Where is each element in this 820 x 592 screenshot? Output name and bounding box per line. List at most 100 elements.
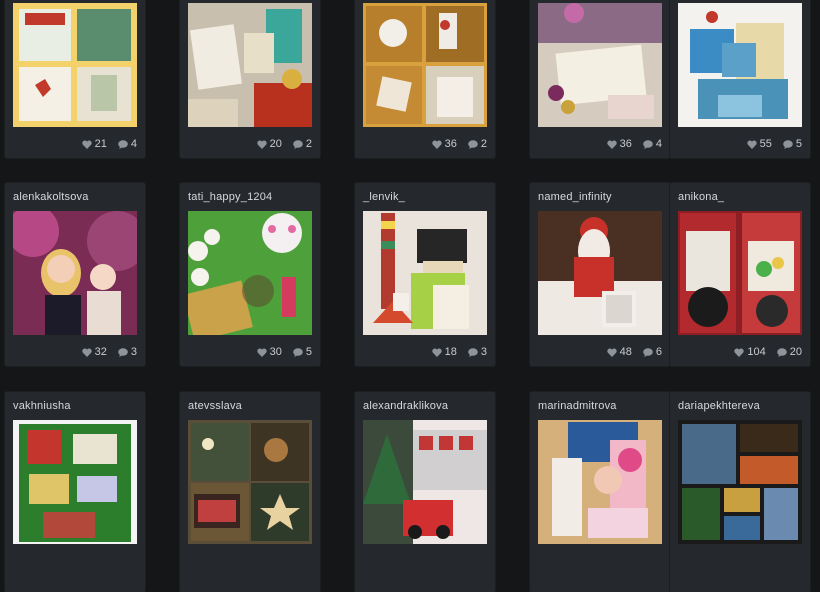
photo-thumbnail[interactable]	[13, 420, 137, 544]
photo-card[interactable]: 20 2	[180, 0, 320, 158]
photo-stats: 36 4	[600, 138, 662, 150]
comment-count: 3	[480, 346, 487, 358]
photo-thumbnail[interactable]	[363, 3, 487, 127]
speech-bubble-icon	[118, 139, 128, 149]
speech-bubble-icon	[468, 139, 478, 149]
photo-card[interactable]: 36 2	[355, 0, 495, 158]
likes-group[interactable]: 18	[431, 346, 457, 358]
photo-thumbnail[interactable]	[188, 211, 312, 335]
photo-card[interactable]: atevsslava	[180, 392, 320, 592]
photo-card[interactable]: alexandraklikova	[355, 392, 495, 592]
username-link[interactable]: alenkakoltsova	[13, 191, 89, 203]
likes-group[interactable]: 36	[606, 138, 632, 150]
comments-group[interactable]: 5	[783, 138, 802, 150]
speech-bubble-icon	[293, 139, 303, 149]
likes-group[interactable]: 20	[256, 138, 282, 150]
like-count: 48	[619, 346, 632, 358]
comments-group[interactable]: 2	[293, 138, 312, 150]
like-count: 21	[94, 138, 107, 150]
photo-thumbnail[interactable]	[13, 3, 137, 127]
like-count: 20	[269, 138, 282, 150]
comments-group[interactable]: 6	[643, 346, 662, 358]
comments-group[interactable]: 20	[776, 346, 802, 358]
speech-bubble-icon	[776, 347, 787, 357]
photo-card[interactable]: dariapekhtereva	[670, 392, 810, 592]
like-count: 36	[444, 138, 457, 150]
like-count: 36	[619, 138, 632, 150]
username-link[interactable]: marinadmitrova	[538, 400, 617, 412]
likes-group[interactable]: 36	[431, 138, 457, 150]
photo-card[interactable]: 55 5	[670, 0, 810, 158]
username-link[interactable]: vakhniusha	[13, 400, 71, 412]
likes-group[interactable]: 30	[256, 346, 282, 358]
speech-bubble-icon	[643, 347, 653, 357]
likes-group[interactable]: 104	[734, 346, 766, 358]
heart-icon	[256, 140, 267, 149]
comments-group[interactable]: 4	[643, 138, 662, 150]
comment-count: 4	[655, 138, 662, 150]
photo-stats: 55 5	[740, 138, 802, 150]
comments-group[interactable]: 2	[468, 138, 487, 150]
username-link[interactable]: tati_happy_1204	[188, 191, 272, 203]
speech-bubble-icon	[468, 347, 478, 357]
photo-stats: 104 20	[727, 346, 802, 358]
like-count: 55	[759, 138, 772, 150]
photo-thumbnail[interactable]	[678, 211, 802, 335]
photo-thumbnail[interactable]	[678, 3, 802, 127]
username-link[interactable]: alexandraklikova	[363, 400, 448, 412]
likes-group[interactable]: 48	[606, 346, 632, 358]
photo-stats: 21 4	[75, 138, 137, 150]
heart-icon	[256, 348, 267, 357]
comments-group[interactable]: 5	[293, 346, 312, 358]
photo-thumbnail[interactable]	[538, 420, 662, 544]
comment-count: 3	[130, 346, 137, 358]
comments-group[interactable]: 4	[118, 138, 137, 150]
photo-card[interactable]: marinadmitrova	[530, 392, 670, 592]
photo-card[interactable]: vakhniusha	[5, 392, 145, 592]
heart-icon	[746, 140, 757, 149]
photo-card[interactable]: alenkakoltsova 32 3	[5, 183, 145, 366]
comments-group[interactable]: 3	[118, 346, 137, 358]
photo-card[interactable]: 36 4	[530, 0, 670, 158]
heart-icon	[81, 348, 92, 357]
photo-thumbnail[interactable]	[678, 420, 802, 544]
photo-thumbnail[interactable]	[538, 3, 662, 127]
photo-stats: 18 3	[425, 346, 487, 358]
photo-card[interactable]: 21 4	[5, 0, 145, 158]
likes-group[interactable]: 32	[81, 346, 107, 358]
like-count: 32	[94, 346, 107, 358]
username-link[interactable]: dariapekhtereva	[678, 400, 760, 412]
photo-thumbnail[interactable]	[363, 211, 487, 335]
photo-card[interactable]: named_infinity 48 6	[530, 183, 670, 366]
speech-bubble-icon	[643, 139, 653, 149]
photo-card[interactable]: _lenvik_ 18 3	[355, 183, 495, 366]
photo-stats: 32 3	[75, 346, 137, 358]
photo-card[interactable]: anikona_ 104 20	[670, 183, 810, 366]
comment-count: 5	[795, 138, 802, 150]
speech-bubble-icon	[293, 347, 303, 357]
username-link[interactable]: atevsslava	[188, 400, 242, 412]
photo-stats: 30 5	[250, 346, 312, 358]
username-link[interactable]: _lenvik_	[363, 191, 405, 203]
comment-count: 20	[789, 346, 802, 358]
heart-icon	[734, 348, 745, 357]
photo-card[interactable]: tati_happy_1204 30 5	[180, 183, 320, 366]
photo-thumbnail[interactable]	[188, 3, 312, 127]
comment-count: 2	[480, 138, 487, 150]
speech-bubble-icon	[118, 347, 128, 357]
photo-thumbnail[interactable]	[13, 211, 137, 335]
likes-group[interactable]: 55	[746, 138, 772, 150]
likes-group[interactable]: 21	[81, 138, 107, 150]
photo-thumbnail[interactable]	[538, 211, 662, 335]
photo-thumbnail[interactable]	[363, 420, 487, 544]
heart-icon	[606, 348, 617, 357]
like-count: 18	[444, 346, 457, 358]
comment-count: 6	[655, 346, 662, 358]
comments-group[interactable]: 3	[468, 346, 487, 358]
heart-icon	[431, 140, 442, 149]
comment-count: 2	[305, 138, 312, 150]
photo-thumbnail[interactable]	[188, 420, 312, 544]
username-link[interactable]: anikona_	[678, 191, 724, 203]
username-link[interactable]: named_infinity	[538, 191, 612, 203]
like-count: 104	[747, 346, 766, 358]
